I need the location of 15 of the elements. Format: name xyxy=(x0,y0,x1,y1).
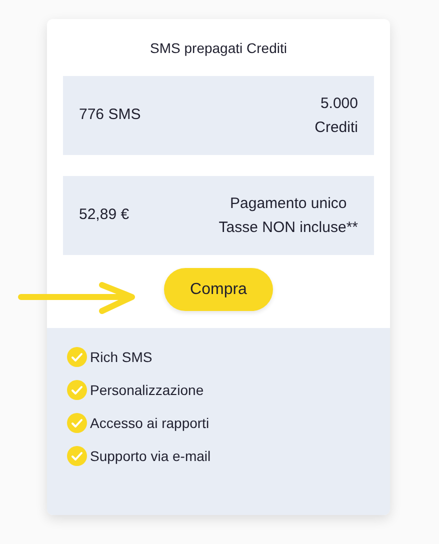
card-title: SMS prepagati Crediti xyxy=(149,39,288,58)
sms-amount: 776 SMS xyxy=(79,105,141,126)
check-icon xyxy=(67,446,87,466)
feature-text: Supporto via e-mail xyxy=(90,446,211,466)
buy-button[interactable]: Compra xyxy=(164,268,273,311)
feature-text: Personalizzazione xyxy=(90,380,204,400)
check-icon xyxy=(67,413,87,433)
feature-text: Rich SMS xyxy=(90,348,152,366)
check-icon xyxy=(67,380,87,400)
arrow-icon xyxy=(18,282,136,316)
credits-amount: 5.000 Crediti xyxy=(314,94,358,138)
feature-text: Accesso ai rapporti xyxy=(90,414,210,433)
price-note: Pagamento unico Tasse NON incluse** xyxy=(218,194,358,238)
check-icon xyxy=(67,347,87,367)
price-amount: 52,89 € xyxy=(79,205,130,226)
